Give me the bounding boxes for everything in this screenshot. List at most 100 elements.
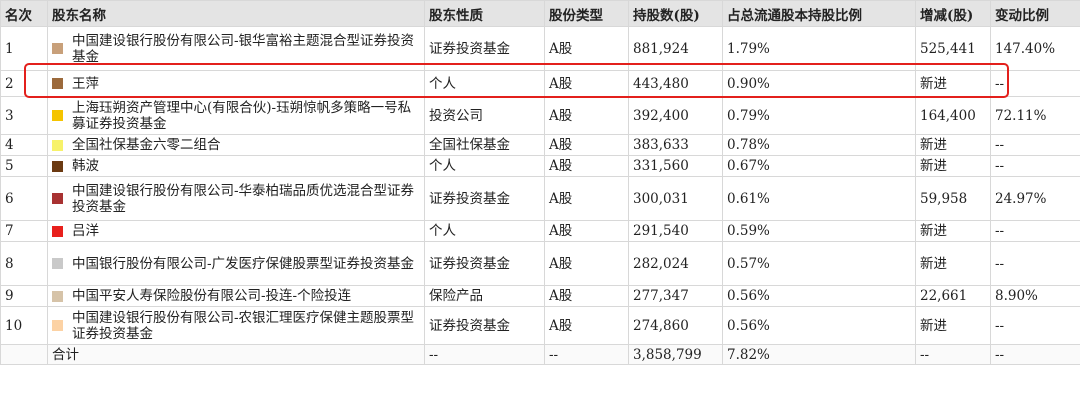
table-row[interactable]: 2 王萍 个人 A股 443,480 0.90% 新进 --: [0, 70, 1080, 97]
change-cell: 525,441: [915, 26, 991, 71]
float-ratio-cell: 0.56%: [722, 306, 916, 345]
holder-name-cell: 上海珏朔资产管理中心(有限合伙)-珏朔惊帆多策略一号私募证券投资基金: [47, 96, 425, 135]
rank-cell: 8: [0, 241, 48, 286]
holder-name: 王萍: [72, 75, 99, 92]
shares-held-cell: 274,860: [628, 306, 723, 345]
change-cell: 新进: [915, 134, 991, 156]
legend-swatch: [52, 160, 63, 172]
holder-nature-cell: 证券投资基金: [424, 26, 545, 71]
rank-cell: 3: [0, 96, 48, 135]
table-row[interactable]: 7 吕洋 个人 A股 291,540 0.59% 新进 --: [0, 220, 1080, 242]
total-row: 合计 -- -- 3,858,799 7.82% -- --: [0, 344, 1080, 365]
holder-nature-cell: 个人: [424, 220, 545, 242]
shares-held-cell: 300,031: [628, 176, 723, 221]
header-shares-held: 持股数(股): [628, 0, 723, 27]
holder-name: 中国建设银行股份有限公司-华泰柏瑞品质优选混合型证券投资基金: [72, 182, 415, 215]
holder-name-cell: 韩波: [47, 155, 425, 177]
rank-cell: 10: [0, 306, 48, 345]
change-ratio-cell: 24.97%: [990, 176, 1080, 221]
header-rank: 名次: [0, 0, 48, 27]
legend-swatch: [52, 258, 63, 269]
float-ratio-cell: 0.56%: [722, 285, 916, 307]
float-ratio-cell: 0.79%: [722, 96, 916, 135]
legend-swatch: [52, 78, 63, 89]
legend-swatch: [52, 110, 63, 121]
holder-name-cell: 中国银行股份有限公司-广发医疗保健股票型证券投资基金: [47, 241, 425, 286]
share-type-cell: A股: [544, 176, 629, 221]
holder-name: 中国平安人寿保险股份有限公司-投连-个险投连: [72, 288, 352, 304]
holder-name-cell: 吕洋: [47, 220, 425, 242]
shares-held-cell: 443,480: [628, 70, 723, 97]
change-ratio-cell: --: [990, 306, 1080, 345]
float-ratio-cell: 0.57%: [722, 241, 916, 286]
shares-held-cell: 291,540: [628, 220, 723, 242]
holder-name: 吕洋: [72, 223, 99, 239]
table-row[interactable]: 10 中国建设银行股份有限公司-农银汇理医疗保健主题股票型证券投资基金 证券投资基金…: [0, 306, 1080, 345]
holders-panel: 名次 股东名称 股东性质 股份类型 持股数(股) 占总流通股本持股比例 增减(股…: [0, 0, 1080, 403]
table-row[interactable]: 6 中国建设银行股份有限公司-华泰柏瑞品质优选混合型证券投资基金 证券投资基金 A股 3…: [0, 176, 1080, 221]
header-change-ratio: 变动比例: [990, 0, 1080, 27]
change-ratio-cell: 8.90%: [990, 285, 1080, 307]
change-ratio-cell: --: [990, 220, 1080, 242]
table-row[interactable]: 3 上海珏朔资产管理中心(有限合伙)-珏朔惊帆多策略一号私募证券投资基金 投资公司 A…: [0, 96, 1080, 135]
legend-swatch: [52, 225, 63, 237]
float-ratio-cell: 0.78%: [722, 134, 916, 156]
holder-nature-cell: 证券投资基金: [424, 306, 545, 345]
holder-name-cell: 中国建设银行股份有限公司-华泰柏瑞品质优选混合型证券投资基金: [47, 176, 425, 221]
holder-name-cell: 王萍: [47, 70, 425, 97]
holder-name-cell: 全国社保基金六零二组合: [47, 134, 425, 156]
total-change: --: [915, 344, 991, 365]
header-float-ratio: 占总流通股本持股比例: [722, 0, 916, 27]
holder-nature-cell: 个人: [424, 70, 545, 97]
top-shareholders-table: 名次 股东名称 股东性质 股份类型 持股数(股) 占总流通股本持股比例 增减(股…: [0, 0, 1080, 365]
total-shares: 3,858,799: [628, 344, 723, 365]
rank-cell: 2: [0, 70, 48, 97]
holder-name: 中国建设银行股份有限公司-农银汇理医疗保健主题股票型证券投资基金: [72, 309, 415, 342]
change-ratio-cell: 72.11%: [990, 96, 1080, 135]
shares-held-cell: 331,560: [628, 155, 723, 177]
change-ratio-cell: --: [990, 70, 1080, 97]
table-row[interactable]: 9 中国平安人寿保险股份有限公司-投连-个险投连 保险产品 A股 277,347 0.56…: [0, 285, 1080, 307]
shares-held-cell: 282,024: [628, 241, 723, 286]
float-ratio-cell: 0.59%: [722, 220, 916, 242]
table-row[interactable]: 1 中国建设银行股份有限公司-银华富裕主题混合型证券投资基金 证券投资基金 A股 881…: [0, 26, 1080, 71]
share-type-cell: A股: [544, 70, 629, 97]
change-cell: 164,400: [915, 96, 991, 135]
holder-nature-cell: 投资公司: [424, 96, 545, 135]
rank-cell: 5: [0, 155, 48, 177]
header-holder-name: 股东名称: [47, 0, 425, 27]
header-share-type: 股份类型: [544, 0, 629, 27]
header-change: 增减(股): [915, 0, 991, 27]
change-ratio-cell: 147.40%: [990, 26, 1080, 71]
rank-cell: 6: [0, 176, 48, 221]
legend-swatch: [52, 139, 63, 151]
legend-swatch: [52, 320, 63, 331]
change-cell: 22,661: [915, 285, 991, 307]
table-row[interactable]: 4 全国社保基金六零二组合 全国社保基金 A股 383,633 0.78% 新进 --: [0, 134, 1080, 156]
change-ratio-cell: --: [990, 134, 1080, 156]
total-change-ratio: --: [990, 344, 1080, 365]
holder-nature-cell: 证券投资基金: [424, 241, 545, 286]
change-cell: 新进: [915, 306, 991, 345]
float-ratio-cell: 0.90%: [722, 70, 916, 97]
float-ratio-cell: 0.67%: [722, 155, 916, 177]
change-ratio-cell: --: [990, 241, 1080, 286]
table-header-row: 名次 股东名称 股东性质 股份类型 持股数(股) 占总流通股本持股比例 增减(股…: [0, 0, 1080, 27]
holder-name-cell: 中国建设银行股份有限公司-银华富裕主题混合型证券投资基金: [47, 26, 425, 71]
share-type-cell: A股: [544, 306, 629, 345]
float-ratio-cell: 0.61%: [722, 176, 916, 221]
total-rank: [0, 344, 48, 365]
table-row[interactable]: 8 中国银行股份有限公司-广发医疗保健股票型证券投资基金 证券投资基金 A股 282,0…: [0, 241, 1080, 286]
holder-name-cell: 中国建设银行股份有限公司-农银汇理医疗保健主题股票型证券投资基金: [47, 306, 425, 345]
table-row[interactable]: 5 韩波 个人 A股 331,560 0.67% 新进 --: [0, 155, 1080, 177]
share-type-cell: A股: [544, 96, 629, 135]
legend-swatch: [52, 193, 63, 204]
legend-swatch: [52, 290, 63, 302]
share-type-cell: A股: [544, 285, 629, 307]
holder-name-cell: 中国平安人寿保险股份有限公司-投连-个险投连: [47, 285, 425, 307]
change-ratio-cell: --: [990, 155, 1080, 177]
total-ratio: 7.82%: [722, 344, 916, 365]
rank-cell: 7: [0, 220, 48, 242]
total-label: 合计: [47, 344, 425, 365]
change-cell: 新进: [915, 70, 991, 97]
